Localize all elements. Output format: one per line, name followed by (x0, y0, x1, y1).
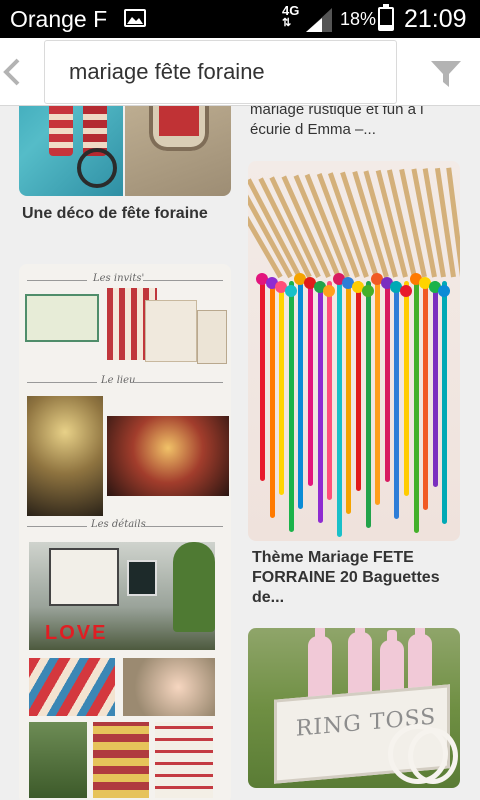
pin-title[interactable]: mariage rustique et fun à l écurie d Emm… (250, 106, 460, 140)
battery-percent: 18% (340, 9, 377, 29)
collage-label: Les invits' (93, 273, 145, 284)
search-header (0, 38, 480, 106)
ribbon-streamer (384, 281, 390, 482)
pin-title[interactable]: Une déco de fête foraine (22, 204, 222, 224)
wand-knob (284, 285, 297, 297)
network-type: 4G ⇅ (282, 3, 300, 29)
ribbon-streamer (308, 281, 313, 486)
filter-funnel-icon (431, 61, 461, 87)
ribbon-streamer (298, 281, 304, 509)
ribbon-streamer (260, 281, 265, 481)
battery-icon (378, 4, 394, 31)
chevron-left-icon (3, 58, 20, 86)
ribbon-streamer (346, 281, 352, 514)
ribbon-streamer (413, 281, 419, 533)
love-sign: LOVE (45, 622, 108, 644)
wand-knob (323, 285, 336, 297)
filter-button[interactable] (414, 38, 478, 106)
ribbon-streamer (365, 281, 371, 528)
pin-image-deco-fete-foraine[interactable] (19, 106, 231, 196)
status-bar: Orange F 4G ⇅ 18% 21:09 (0, 0, 480, 38)
ribbon-streamer (336, 281, 342, 537)
ribbon-streamer (327, 281, 333, 500)
wand-knob (361, 285, 374, 297)
clock: 21:09 (404, 5, 467, 33)
pin-image-ribbon-wands[interactable] (248, 161, 460, 541)
ribbon-streamer (317, 281, 323, 523)
pin-image-ring-toss[interactable]: RING TOSS (248, 628, 460, 788)
ribbon-streamer (288, 281, 294, 532)
ribbon-streamer (423, 281, 429, 510)
signal-strength-icon (306, 8, 332, 37)
wand-knob (400, 285, 412, 297)
ribbon-streamer (432, 281, 438, 487)
search-box[interactable] (44, 40, 397, 104)
wand-knob (438, 285, 451, 297)
collage-label: Les détails (91, 519, 146, 530)
collage-label: Le lieu (101, 375, 136, 386)
ribbon-streamer (279, 281, 285, 495)
pin-title[interactable]: Thème Mariage FETE FORRAINE 20 Baguettes… (252, 548, 462, 608)
pin-feed: Une déco de fête foraine Les invits' Le … (0, 106, 480, 800)
ribbon-streamer (442, 281, 448, 524)
ribbon-streamer (375, 281, 381, 505)
search-input[interactable] (69, 57, 389, 87)
ribbon-streamer (269, 281, 275, 518)
back-button[interactable] (0, 38, 42, 106)
ribbon-streamer (394, 281, 400, 519)
carrier-name: Orange F (10, 6, 108, 32)
ribbon-streamer (356, 281, 361, 491)
ribbon-streamer (404, 281, 409, 496)
gallery-notification-icon (124, 9, 146, 27)
pin-image-collage[interactable]: Les invits' Le lieu Les détails LOVE (19, 264, 231, 800)
